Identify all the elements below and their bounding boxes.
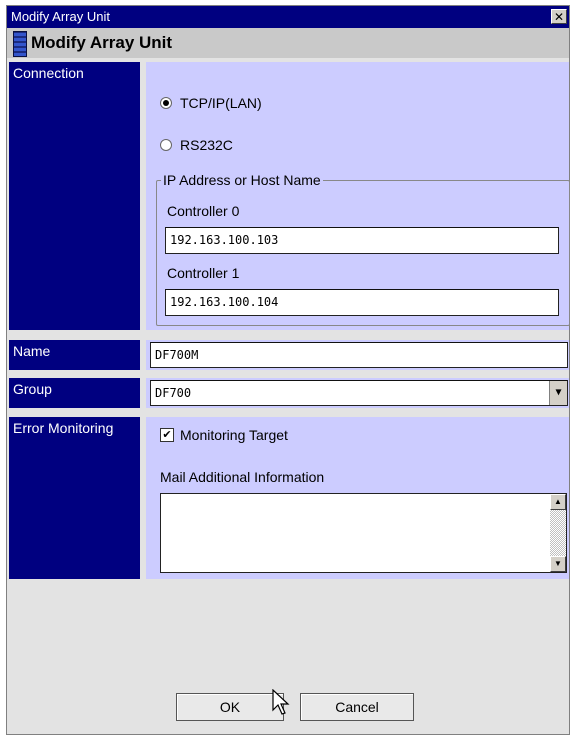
radio-rs232c[interactable]: RS232C <box>160 137 233 153</box>
dialog-header: Modify Array Unit <box>7 28 569 58</box>
window-title: Modify Array Unit <box>11 9 110 24</box>
modify-array-unit-dialog: Modify Array Unit ✕ Modify Array Unit Co… <box>6 5 570 735</box>
group-select[interactable]: DF700 ▼ <box>150 380 568 406</box>
mail-info-label: Mail Additional Information <box>160 469 325 485</box>
error-monitoring-panel: ✔ Monitoring Target Mail Additional Info… <box>146 417 569 579</box>
cancel-button[interactable]: Cancel <box>300 693 414 721</box>
name-input[interactable]: DF700M <box>150 342 568 368</box>
close-button[interactable]: ✕ <box>551 9 567 24</box>
controller0-label: Controller 0 <box>167 203 240 219</box>
radio-tcp-ip-label: TCP/IP(LAN) <box>180 95 262 111</box>
radio-tcp-ip[interactable]: TCP/IP(LAN) <box>160 95 262 111</box>
scroll-up-icon[interactable]: ▲ <box>550 494 566 510</box>
array-unit-icon <box>13 31 27 57</box>
controller1-label: Controller 1 <box>167 265 240 281</box>
scroll-down-icon[interactable]: ▼ <box>550 556 566 572</box>
checkbox-checked-icon[interactable]: ✔ <box>160 428 174 442</box>
controller1-input[interactable]: 192.163.100.104 <box>165 289 559 316</box>
controller0-input[interactable]: 192.163.100.103 <box>165 227 559 254</box>
monitoring-target-checkbox[interactable]: ✔ Monitoring Target <box>160 427 288 443</box>
mail-info-textarea[interactable]: ▲ ▼ <box>160 493 567 573</box>
header-title: Modify Array Unit <box>31 33 173 52</box>
chevron-down-icon[interactable]: ▼ <box>549 381 567 405</box>
ip-address-group-label: IP Address or Host Name <box>161 172 323 188</box>
radio-tcp-ip-indicator[interactable] <box>160 97 172 109</box>
name-label: Name <box>9 340 140 370</box>
connection-label: Connection <box>9 62 140 330</box>
error-monitoring-label: Error Monitoring <box>9 417 140 579</box>
name-panel: DF700M <box>146 340 569 370</box>
ok-button[interactable]: OK <box>176 693 284 721</box>
ip-address-group: IP Address or Host Name Controller 0 192… <box>156 172 570 326</box>
group-select-value: DF700 <box>155 386 192 400</box>
title-bar[interactable]: Modify Array Unit ✕ <box>7 6 569 28</box>
group-label: Group <box>9 378 140 408</box>
group-panel: DF700 ▼ <box>146 378 569 408</box>
connection-panel: TCP/IP(LAN) RS232C IP Address or Host Na… <box>146 62 570 330</box>
close-icon: ✕ <box>553 10 565 24</box>
mouse-cursor-icon <box>272 689 290 715</box>
monitoring-target-label: Monitoring Target <box>180 427 288 443</box>
radio-rs232c-indicator[interactable] <box>160 139 172 151</box>
mail-info-scrollbar[interactable]: ▲ ▼ <box>550 494 566 572</box>
radio-rs232c-label: RS232C <box>180 137 233 153</box>
